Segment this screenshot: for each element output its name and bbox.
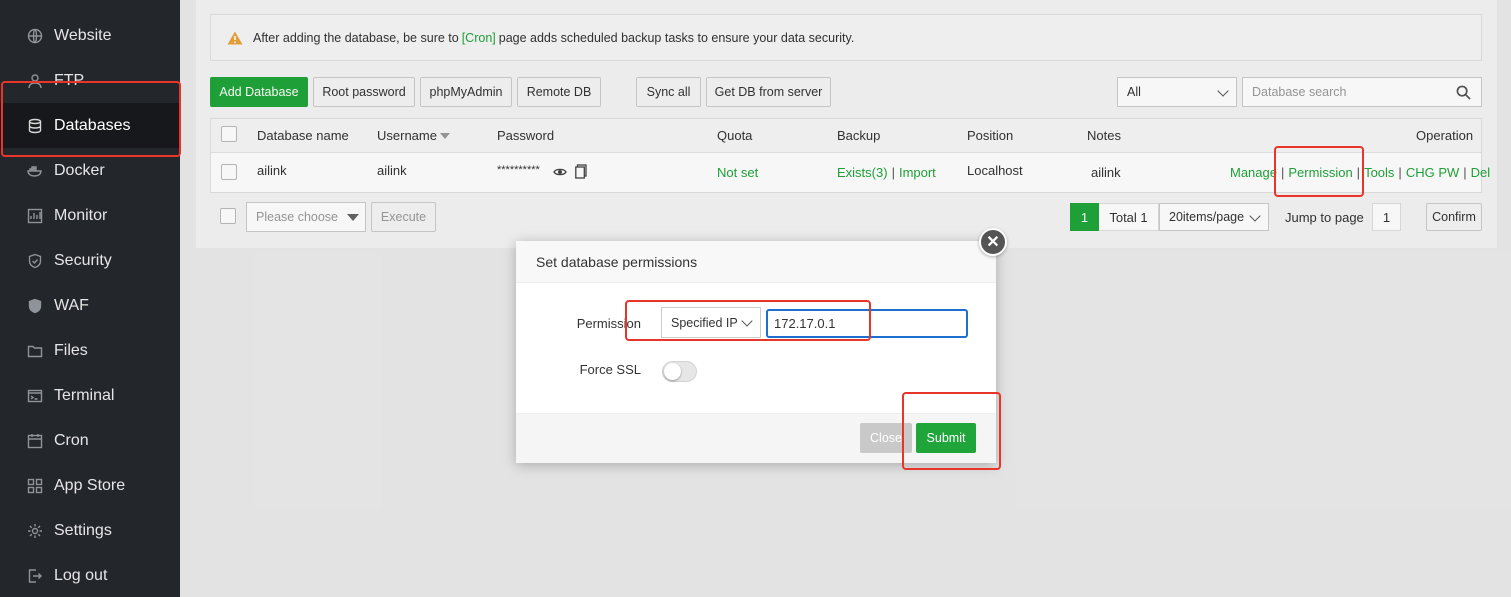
sidebar-item-website[interactable]: Website — [0, 13, 180, 58]
grid-icon — [26, 477, 44, 495]
sidebar-item-label: Databases — [54, 116, 131, 134]
logout-icon — [26, 567, 44, 585]
close-button[interactable]: Close — [860, 423, 912, 453]
docker-icon — [26, 162, 44, 180]
sidebar: Website FTP Databases Docker Monitor Sec… — [0, 0, 180, 597]
sidebar-item-logout[interactable]: Log out — [0, 553, 180, 597]
sidebar-item-cron[interactable]: Cron — [0, 418, 180, 463]
sidebar-item-label: FTP — [54, 71, 85, 89]
calendar-icon — [26, 432, 44, 450]
sidebar-item-security[interactable]: Security — [0, 238, 180, 283]
sidebar-item-files[interactable]: Files — [0, 328, 180, 373]
sidebar-item-docker[interactable]: Docker — [0, 148, 180, 193]
chevron-down-icon — [741, 315, 753, 327]
terminal-icon — [26, 387, 44, 405]
waf-shield-icon — [26, 297, 44, 315]
sidebar-item-label: Website — [54, 26, 112, 44]
database-icon — [26, 117, 44, 135]
sidebar-item-label: Docker — [54, 161, 105, 179]
globe-icon — [26, 27, 44, 45]
shield-icon — [26, 252, 44, 270]
submit-button[interactable]: Submit — [916, 423, 976, 453]
sidebar-item-settings[interactable]: Settings — [0, 508, 180, 553]
gear-icon — [26, 522, 44, 540]
sidebar-item-ftp[interactable]: FTP — [0, 58, 180, 103]
permission-label: Permission — [576, 316, 641, 331]
sidebar-item-label: Log out — [54, 566, 108, 584]
ip-address-input[interactable]: 172.17.0.1 — [766, 309, 968, 338]
dialog-title: Set database permissions — [516, 241, 996, 283]
sidebar-item-label: Settings — [54, 521, 112, 539]
monitor-icon — [26, 207, 44, 225]
sidebar-item-terminal[interactable]: Terminal — [0, 373, 180, 418]
permission-type-value: Specified IP — [671, 315, 738, 330]
user-icon — [26, 72, 44, 90]
sidebar-item-label: App Store — [54, 476, 126, 494]
sidebar-item-monitor[interactable]: Monitor — [0, 193, 180, 238]
sidebar-item-databases[interactable]: Databases — [0, 103, 180, 148]
sidebar-item-label: Terminal — [54, 386, 115, 404]
force-ssl-label: Force SSL — [579, 362, 641, 377]
sidebar-item-label: Monitor — [54, 206, 108, 224]
sidebar-item-waf[interactable]: WAF — [0, 283, 180, 328]
sidebar-item-label: Files — [54, 341, 88, 359]
sidebar-item-label: Cron — [54, 431, 89, 449]
sidebar-item-label: WAF — [54, 296, 89, 314]
sidebar-item-label: Security — [54, 251, 112, 269]
force-ssl-toggle[interactable] — [662, 361, 697, 382]
toggle-knob — [664, 363, 681, 380]
folder-icon — [26, 342, 44, 360]
permission-type-select[interactable]: Specified IP — [661, 307, 761, 338]
ip-address-value: 172.17.0.1 — [774, 316, 836, 331]
close-dialog-icon[interactable]: ✕ — [979, 228, 1007, 256]
sidebar-item-app-store[interactable]: App Store — [0, 463, 180, 508]
